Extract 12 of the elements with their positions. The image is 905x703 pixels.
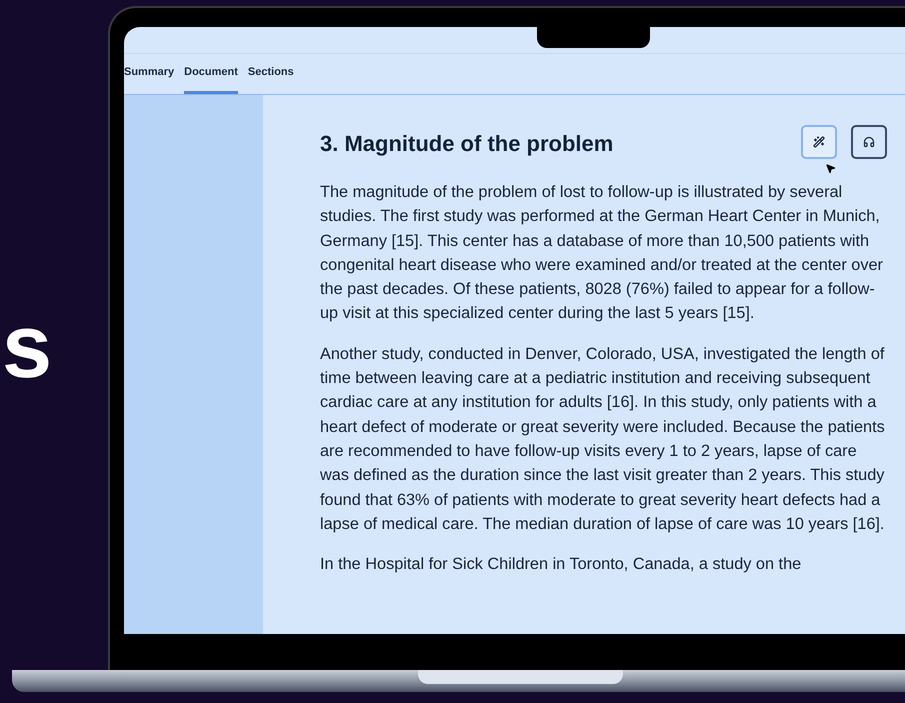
tab[interactable]: Summary bbox=[124, 54, 174, 94]
mouse-cursor-icon bbox=[825, 163, 836, 174]
tool-button[interactable] bbox=[801, 125, 837, 159]
tool-button[interactable] bbox=[851, 125, 887, 159]
section-heading: 3. Magnitude of the problem bbox=[320, 130, 614, 158]
body-paragraph: The magnitude of the problem of lost to follow-up is illustrated by several studies. The first study was performed at the German Heart Center in Munich, Germany [15]. This center has a database of more than 10,500 patients with congenital heart disease who were examined and/or treated at the center over the past decades. Of these patients, 8028 (76%) failed to appear for a follow-up visit at this specialized center during the last 5 years [15]. bbox=[320, 182, 884, 324]
magic-wand-icon bbox=[813, 136, 825, 148]
body-paragraph: In the Hospital for Sick Children in Toronto, Canada, a study on the bbox=[320, 554, 802, 576]
body-paragraph: Another study, conducted in Denver, Colorado, USA, investigated the length of time between leaving care at a pediatric institution and receiving subsequent cardiac care at any institution for adults [16]. In this study, only patients with a heart defect of moderate or great severity were included. Because the patients are recommended to have follow-up visits every 1 to 2 years, lapse of care was defined as the duration since the last visit greater than 2 years. This study found that 63% of patients with moderate to great severity heart defects had a lapse of medical care. The median duration of lapse of care was 10 years [16]. bbox=[320, 344, 886, 535]
heading-fragment: s bbox=[2, 302, 52, 392]
headphones-icon bbox=[863, 136, 875, 148]
tab[interactable]: Sections bbox=[248, 54, 294, 94]
